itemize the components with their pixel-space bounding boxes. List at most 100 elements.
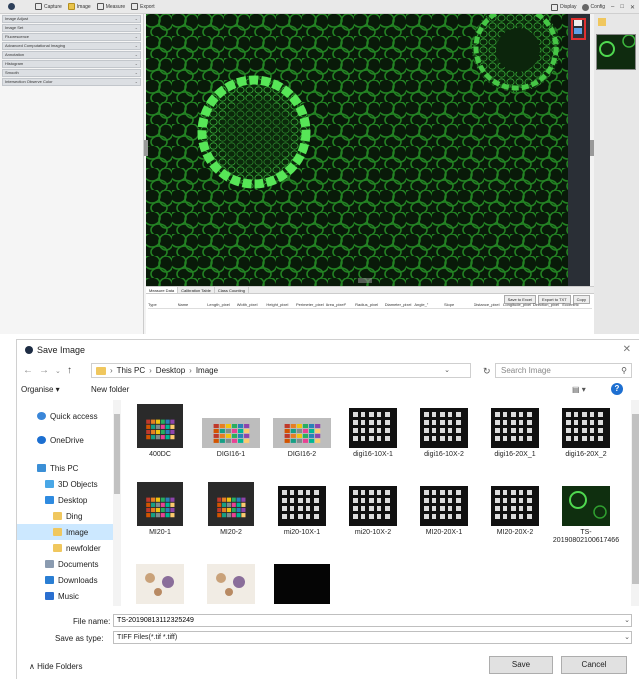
cancel-button[interactable]: Cancel: [561, 656, 627, 674]
panel-histogram[interactable]: Histogram ⌄: [2, 60, 141, 68]
file-item[interactable]: digi16-20X_1: [480, 404, 550, 474]
file-item[interactable]: digi16-20X_2: [551, 404, 621, 474]
tab-calibration-table[interactable]: Calibration Table: [178, 287, 215, 293]
chevron-down-icon: ⌄: [134, 43, 138, 48]
files-scrollbar[interactable]: [631, 400, 639, 606]
files-scroll-thumb[interactable]: [632, 414, 639, 584]
search-input[interactable]: Search Image ⚲: [495, 363, 632, 378]
toolbar-export[interactable]: Export: [131, 3, 155, 10]
breadcrumb-desktop[interactable]: Desktop: [156, 366, 185, 375]
file-item[interactable]: 400DC: [125, 404, 195, 474]
chevron-down-icon[interactable]: ⌄: [444, 366, 450, 374]
nav-item-label: 3D Objects: [58, 479, 98, 489]
panel-image-adjust[interactable]: Image Adjust ⌄: [2, 15, 141, 23]
toolbar-config[interactable]: Config: [581, 3, 605, 11]
file-item[interactable]: [196, 560, 266, 606]
fluorescence-image-viewer[interactable]: [146, 14, 590, 286]
refresh-icon[interactable]: ↻: [483, 366, 491, 377]
nav-item-documents[interactable]: Documents: [17, 556, 120, 572]
column-header: Direction_pixel: [532, 302, 559, 307]
nav-item-pictures[interactable]: Pictures: [17, 604, 120, 606]
view-options-icon[interactable]: ▤ ▾: [572, 385, 586, 394]
back-arrow-icon[interactable]: ←: [23, 365, 33, 376]
file-thumbnail: [130, 482, 190, 526]
save-type-label: Save as type:: [55, 634, 104, 643]
chevron-down-icon[interactable]: ⌄: [624, 616, 630, 624]
panel-advanced-imaging[interactable]: Advanced Computational Imaging ⌄: [2, 42, 141, 50]
nav-item-quick-access[interactable]: Quick access: [17, 408, 120, 424]
chevron-down-icon[interactable]: ⌄: [624, 633, 630, 641]
nav-item-downloads[interactable]: Downloads: [17, 572, 120, 588]
hide-folders-toggle[interactable]: ∧ Hide Folders: [29, 662, 82, 671]
file-item[interactable]: MI20-20X-2: [480, 482, 550, 552]
panel-color[interactable]: Intersection Observe Color ⌄: [2, 78, 141, 86]
nav-item-desktop[interactable]: Desktop: [17, 492, 120, 508]
file-name-field[interactable]: [113, 614, 632, 627]
cloud-icon: [37, 436, 46, 444]
save-type-select[interactable]: TIFF Files(*.tif *.tiff): [113, 631, 632, 644]
nav-item-image[interactable]: Image: [17, 524, 120, 540]
maximize-button[interactable]: □: [620, 4, 624, 10]
file-item[interactable]: TS-20190802100617466: [551, 482, 621, 552]
nav-scrollbar[interactable]: [113, 400, 121, 606]
left-panel-toggle[interactable]: [144, 140, 148, 156]
file-item[interactable]: [267, 560, 337, 606]
search-placeholder: Search Image: [501, 366, 551, 375]
display-icon: [551, 3, 559, 11]
file-name: MI20-2: [220, 529, 242, 536]
nav-item-newfolder[interactable]: newfolder: [17, 540, 120, 556]
file-item[interactable]: DIGI16-1: [196, 404, 266, 474]
panel-fluorescence[interactable]: Fluorescence ⌄: [2, 33, 141, 41]
panel-label: Intersection Observe Color: [5, 79, 53, 84]
panel-image-set[interactable]: Image Set ⌄: [2, 24, 141, 32]
file-item[interactable]: [125, 560, 195, 606]
folder-icon: [53, 528, 62, 536]
breadcrumb-separator: ›: [189, 366, 192, 375]
address-bar[interactable]: › This PC › Desktop › Image ⌄: [91, 363, 471, 378]
minimize-button[interactable]: –: [611, 4, 614, 10]
file-item[interactable]: MI20-20X-1: [409, 482, 479, 552]
column-header: Diameter_pixel: [384, 302, 412, 307]
toolbar-measure-label: Measure: [105, 3, 126, 10]
close-app-button[interactable]: ✕: [630, 4, 635, 11]
save-button[interactable]: Save: [489, 656, 553, 674]
image-icon: [67, 3, 75, 10]
file-item[interactable]: digi16-10X-1: [338, 404, 408, 474]
file-item[interactable]: digi16-10X-2: [409, 404, 479, 474]
tab-measure-data[interactable]: Measure Data: [146, 287, 179, 293]
nav-item-music[interactable]: Music: [17, 588, 120, 604]
help-icon[interactable]: ?: [611, 383, 623, 395]
up-arrow-icon[interactable]: ↑: [67, 365, 72, 376]
organise-button[interactable]: Organise ▾: [21, 385, 60, 394]
folder-icon[interactable]: [598, 18, 606, 26]
nav-item-onedrive[interactable]: OneDrive: [17, 432, 120, 448]
recent-chevron-icon[interactable]: ⌄: [55, 367, 61, 375]
toolbar-display[interactable]: Display: [551, 3, 577, 11]
file-item[interactable]: MI20-1: [125, 482, 195, 552]
file-name-row: File name: ⌄: [17, 614, 639, 628]
panel-smooth[interactable]: Smooth ⌄: [2, 69, 141, 77]
tab-class-counting[interactable]: Class Counting: [215, 287, 249, 293]
breadcrumb-image[interactable]: Image: [196, 366, 218, 375]
panel-annotation[interactable]: Annotation ⌄: [2, 51, 141, 59]
nav-item-this-pc[interactable]: This PC: [17, 460, 120, 476]
toolbar-measure[interactable]: Measure: [96, 3, 126, 10]
image-thumbnail[interactable]: [596, 34, 636, 70]
file-thumbnail: [343, 404, 403, 448]
nav-scroll-thumb[interactable]: [114, 414, 120, 494]
toolbar-capture[interactable]: Capture: [35, 3, 62, 10]
column-header: Angle_°: [414, 302, 429, 307]
nav-item-ding[interactable]: Ding: [17, 508, 120, 524]
file-item[interactable]: mi20-10X-2: [338, 482, 408, 552]
file-item[interactable]: MI20-2: [196, 482, 266, 552]
nav-item-3d-objects[interactable]: 3D Objects: [17, 476, 120, 492]
toolbar-image[interactable]: Image: [67, 3, 91, 10]
close-icon[interactable]: ✕: [623, 344, 631, 355]
folder-icon: [53, 512, 62, 520]
forward-arrow-icon[interactable]: →: [39, 365, 49, 376]
breadcrumb-this-pc[interactable]: This PC: [117, 366, 145, 375]
new-folder-button[interactable]: New folder: [91, 385, 129, 394]
nav-item-label: This PC: [50, 463, 79, 473]
file-item[interactable]: DIGI16-2: [267, 404, 337, 474]
file-item[interactable]: mi20-10X-1: [267, 482, 337, 552]
